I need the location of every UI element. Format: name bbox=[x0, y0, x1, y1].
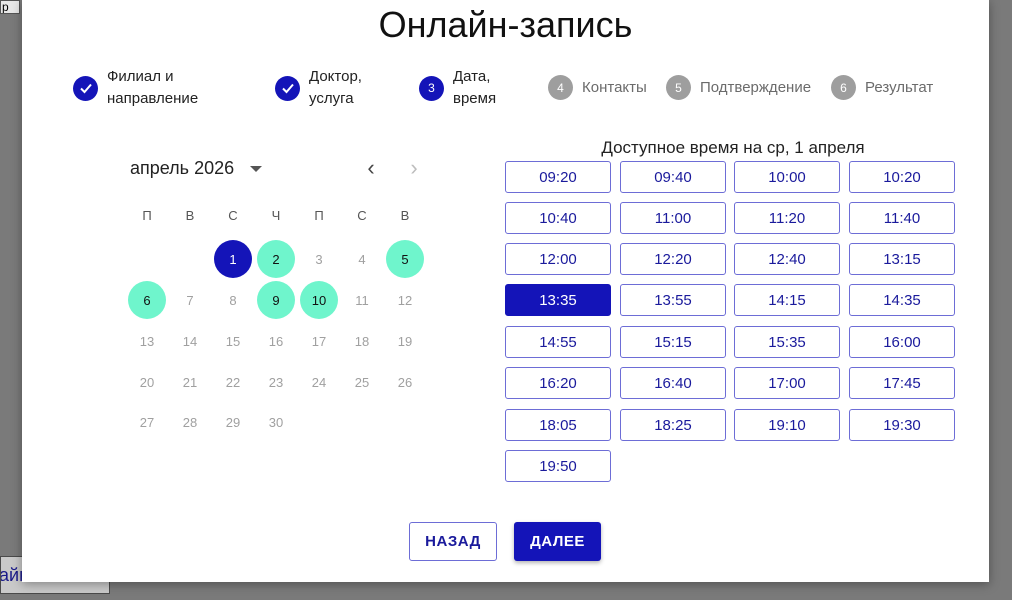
time-slot[interactable]: 09:20 bbox=[505, 161, 611, 193]
step-3: 3 Дата, время bbox=[419, 66, 496, 110]
calendar-day: 4 bbox=[358, 251, 366, 267]
calendar-day: 16 bbox=[268, 333, 284, 349]
time-slot[interactable]: 12:20 bbox=[620, 243, 726, 275]
check-icon bbox=[275, 75, 300, 101]
calendar-day: 14 bbox=[182, 333, 198, 349]
calendar-day: 25 bbox=[354, 374, 370, 390]
weekday-label: Ч bbox=[271, 208, 281, 223]
dropdown-arrow-icon[interactable] bbox=[250, 166, 262, 172]
calendar-day: 7 bbox=[186, 292, 194, 308]
check-icon bbox=[73, 75, 98, 101]
calendar-day: 20 bbox=[139, 374, 155, 390]
time-slot[interactable]: 10:20 bbox=[849, 161, 955, 193]
time-slot[interactable]: 10:40 bbox=[505, 202, 611, 234]
calendar-day: 27 bbox=[139, 414, 155, 430]
time-slot[interactable]: 14:35 bbox=[849, 284, 955, 316]
calendar-day: 23 bbox=[268, 374, 284, 390]
step-number: 3 bbox=[419, 75, 444, 101]
step-number: 6 bbox=[831, 75, 856, 100]
time-slot[interactable]: 14:15 bbox=[734, 284, 840, 316]
calendar-day[interactable]: 2 bbox=[257, 240, 295, 278]
calendar-day: 13 bbox=[139, 333, 155, 349]
calendar-day: 30 bbox=[268, 414, 284, 430]
time-slot[interactable]: 16:20 bbox=[505, 367, 611, 399]
calendar-day: 3 bbox=[315, 251, 323, 267]
modal-title: Онлайн-запись bbox=[378, 4, 633, 45]
next-button[interactable]: ДАЛЕЕ bbox=[514, 522, 601, 561]
slots-title: Доступное время на ср, 1 апреля bbox=[601, 138, 865, 157]
time-slot[interactable]: 15:35 bbox=[734, 326, 840, 358]
step-label: Результат bbox=[865, 78, 934, 96]
time-slot[interactable]: 17:00 bbox=[734, 367, 840, 399]
calendar-day: 12 bbox=[397, 292, 413, 308]
time-slot[interactable]: 13:35 bbox=[505, 284, 611, 316]
step-5: 5 Подтверждение bbox=[666, 75, 811, 100]
calendar-day: 29 bbox=[225, 414, 241, 430]
time-slot[interactable]: 11:20 bbox=[734, 202, 840, 234]
calendar-day: 8 bbox=[229, 292, 237, 308]
time-slot[interactable]: 17:45 bbox=[849, 367, 955, 399]
calendar-day: 15 bbox=[225, 333, 241, 349]
calendar-day: 18 bbox=[354, 333, 370, 349]
time-slot[interactable]: 13:15 bbox=[849, 243, 955, 275]
time-slot[interactable]: 13:55 bbox=[620, 284, 726, 316]
calendar-day: 26 bbox=[397, 374, 413, 390]
calendar-day: 21 bbox=[182, 374, 198, 390]
calendar-day[interactable]: 1 bbox=[214, 240, 252, 278]
time-slot[interactable]: 16:40 bbox=[620, 367, 726, 399]
back-button[interactable]: НАЗАД bbox=[409, 522, 497, 561]
calendar-day: 19 bbox=[397, 333, 413, 349]
weekday-label: С bbox=[357, 208, 367, 223]
calendar-day: 17 bbox=[311, 333, 327, 349]
step-number: 5 bbox=[666, 75, 691, 100]
time-slot[interactable]: 16:00 bbox=[849, 326, 955, 358]
calendar-day: 22 bbox=[225, 374, 241, 390]
time-slot[interactable]: 18:25 bbox=[620, 409, 726, 441]
step-label: Контакты bbox=[582, 78, 647, 96]
booking-modal: Онлайн-запись Филиал и направление Доктор… bbox=[22, 0, 989, 582]
calendar-day[interactable]: 6 bbox=[128, 281, 166, 319]
weekday-label: В bbox=[400, 208, 410, 223]
chevron-left-icon[interactable]: ‹ bbox=[359, 157, 383, 181]
calendar-day: 28 bbox=[182, 414, 198, 430]
step-label: Дата, время bbox=[453, 68, 497, 107]
step-1: Филиал и направление bbox=[73, 66, 198, 110]
weekday-label: П bbox=[314, 208, 324, 223]
time-slot[interactable]: 15:15 bbox=[620, 326, 726, 358]
time-slot[interactable]: 19:50 bbox=[505, 450, 611, 482]
time-slot[interactable]: 19:10 bbox=[734, 409, 840, 441]
time-slot[interactable]: 11:40 bbox=[849, 202, 955, 234]
calendar-day[interactable]: 10 bbox=[300, 281, 338, 319]
time-slot[interactable]: 12:00 bbox=[505, 243, 611, 275]
calendar-day: 11 bbox=[355, 292, 369, 308]
weekday-label: С bbox=[228, 208, 238, 223]
time-slot[interactable]: 10:00 bbox=[734, 161, 840, 193]
time-slot[interactable]: 18:05 bbox=[505, 409, 611, 441]
time-slot[interactable]: 19:30 bbox=[849, 409, 955, 441]
month-select[interactable]: апрель 2026 bbox=[130, 158, 234, 179]
step-label: Доктор, услуга bbox=[309, 68, 362, 107]
calendar-day: 24 bbox=[311, 374, 327, 390]
step-6: 6 Результат bbox=[831, 75, 933, 100]
step-2: Доктор, услуга bbox=[275, 66, 362, 110]
calendar-day[interactable]: 5 bbox=[386, 240, 424, 278]
step-label: Филиал и направление bbox=[107, 68, 199, 107]
step-number: 4 bbox=[548, 75, 573, 100]
time-slot[interactable]: 14:55 bbox=[505, 326, 611, 358]
time-slot[interactable]: 09:40 bbox=[620, 161, 726, 193]
weekday-label: В bbox=[185, 208, 195, 223]
chevron-right-icon: › bbox=[410, 155, 418, 180]
calendar-day[interactable]: 9 bbox=[257, 281, 295, 319]
background-fragment-top: р bbox=[0, 0, 20, 14]
time-slot[interactable]: 11:00 bbox=[620, 202, 726, 234]
time-slot[interactable]: 12:40 bbox=[734, 243, 840, 275]
weekday-label: П bbox=[142, 208, 152, 223]
step-4: 4 Контакты bbox=[548, 75, 647, 100]
step-label: Подтверждение bbox=[700, 78, 812, 96]
